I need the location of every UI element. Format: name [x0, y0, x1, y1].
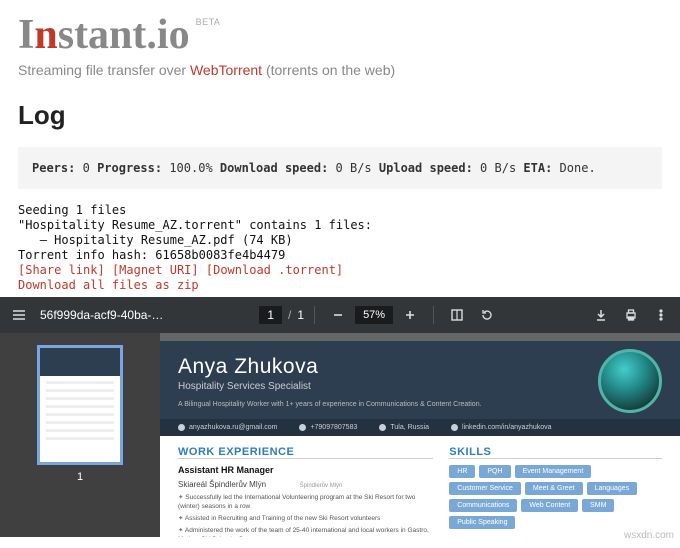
pdf-toolbar: 56f999da-acf9-40ba-… 1 / 1 57% — [0, 297, 680, 333]
location-icon — [379, 424, 386, 431]
progress-value: 100.0% — [169, 161, 212, 175]
pdf-filename: 56f999da-acf9-40ba-… — [40, 308, 163, 322]
pdf-viewer: 56f999da-acf9-40ba-… 1 / 1 57% — [0, 297, 680, 537]
phone-icon — [299, 424, 306, 431]
resume-name: Anya Zhukova — [178, 355, 482, 379]
zoom-out-button[interactable] — [325, 302, 351, 328]
eta-value: Done. — [560, 161, 596, 175]
download-button[interactable] — [588, 302, 614, 328]
linkedin-icon — [451, 424, 458, 431]
page-indicator: 1 / 1 — [259, 306, 304, 324]
avatar — [598, 349, 662, 413]
magnet-link[interactable]: [Magnet URI] — [112, 263, 199, 277]
resume-role: Hospitality Services Specialist — [178, 381, 482, 392]
zoom-level[interactable]: 57% — [355, 306, 393, 324]
print-button[interactable] — [618, 302, 644, 328]
page-current[interactable]: 1 — [259, 306, 282, 324]
webtorrent-link[interactable]: WebTorrent — [190, 62, 262, 78]
logo: Instant.io BETA — [18, 14, 662, 56]
sidebar-toggle-button[interactable] — [6, 302, 32, 328]
share-link[interactable]: [Share link] — [18, 263, 105, 277]
fit-page-button[interactable] — [444, 302, 470, 328]
beta-badge: BETA — [196, 17, 221, 27]
skills-heading: SKILLS — [449, 446, 662, 459]
tagline: Streaming file transfer over WebTorrent … — [18, 62, 662, 78]
resume-bio: A Bilingual Hospitality Worker with 1+ y… — [178, 400, 482, 409]
download-speed-value: 0 B/s — [336, 161, 372, 175]
contact-bar: anyazhukova.ru@gmail.com +79097807583 Tu… — [160, 419, 680, 436]
page-thumbnail[interactable] — [37, 345, 123, 465]
rotate-button[interactable] — [474, 302, 500, 328]
thumbnail-number: 1 — [77, 471, 83, 483]
mail-icon — [178, 424, 185, 431]
work-heading: WORK EXPERIENCE — [178, 446, 433, 459]
logo-text-post: stant.io — [58, 12, 190, 58]
skill-tags: HR PQH Event Management Customer Service… — [449, 465, 662, 529]
logo-text-accent: n — [34, 12, 57, 58]
more-button[interactable] — [648, 302, 674, 328]
pdf-content-pane[interactable]: Anya Zhukova Hospitality Services Specia… — [160, 333, 680, 537]
logo-text-pre: I — [18, 12, 34, 58]
download-torrent-link[interactable]: [Download .torrent] — [206, 263, 343, 277]
zoom-in-button[interactable] — [397, 302, 423, 328]
upload-speed-value: 0 B/s — [480, 161, 516, 175]
resume-document: Anya Zhukova Hospitality Services Specia… — [160, 341, 680, 537]
download-zip-link[interactable]: Download all files as zip — [18, 278, 199, 292]
log-heading: Log — [18, 100, 662, 131]
stats-bar: Peers: 0 Progress: 100.0% Download speed… — [18, 147, 662, 189]
watermark: wsxdn.com — [624, 530, 674, 541]
log-feed: Seeding 1 files "Hospitality Resume_AZ.t… — [18, 203, 662, 293]
thumbnail-pane: 1 — [0, 333, 160, 537]
peers-value: 0 — [83, 161, 90, 175]
page-total: 1 — [297, 308, 304, 322]
